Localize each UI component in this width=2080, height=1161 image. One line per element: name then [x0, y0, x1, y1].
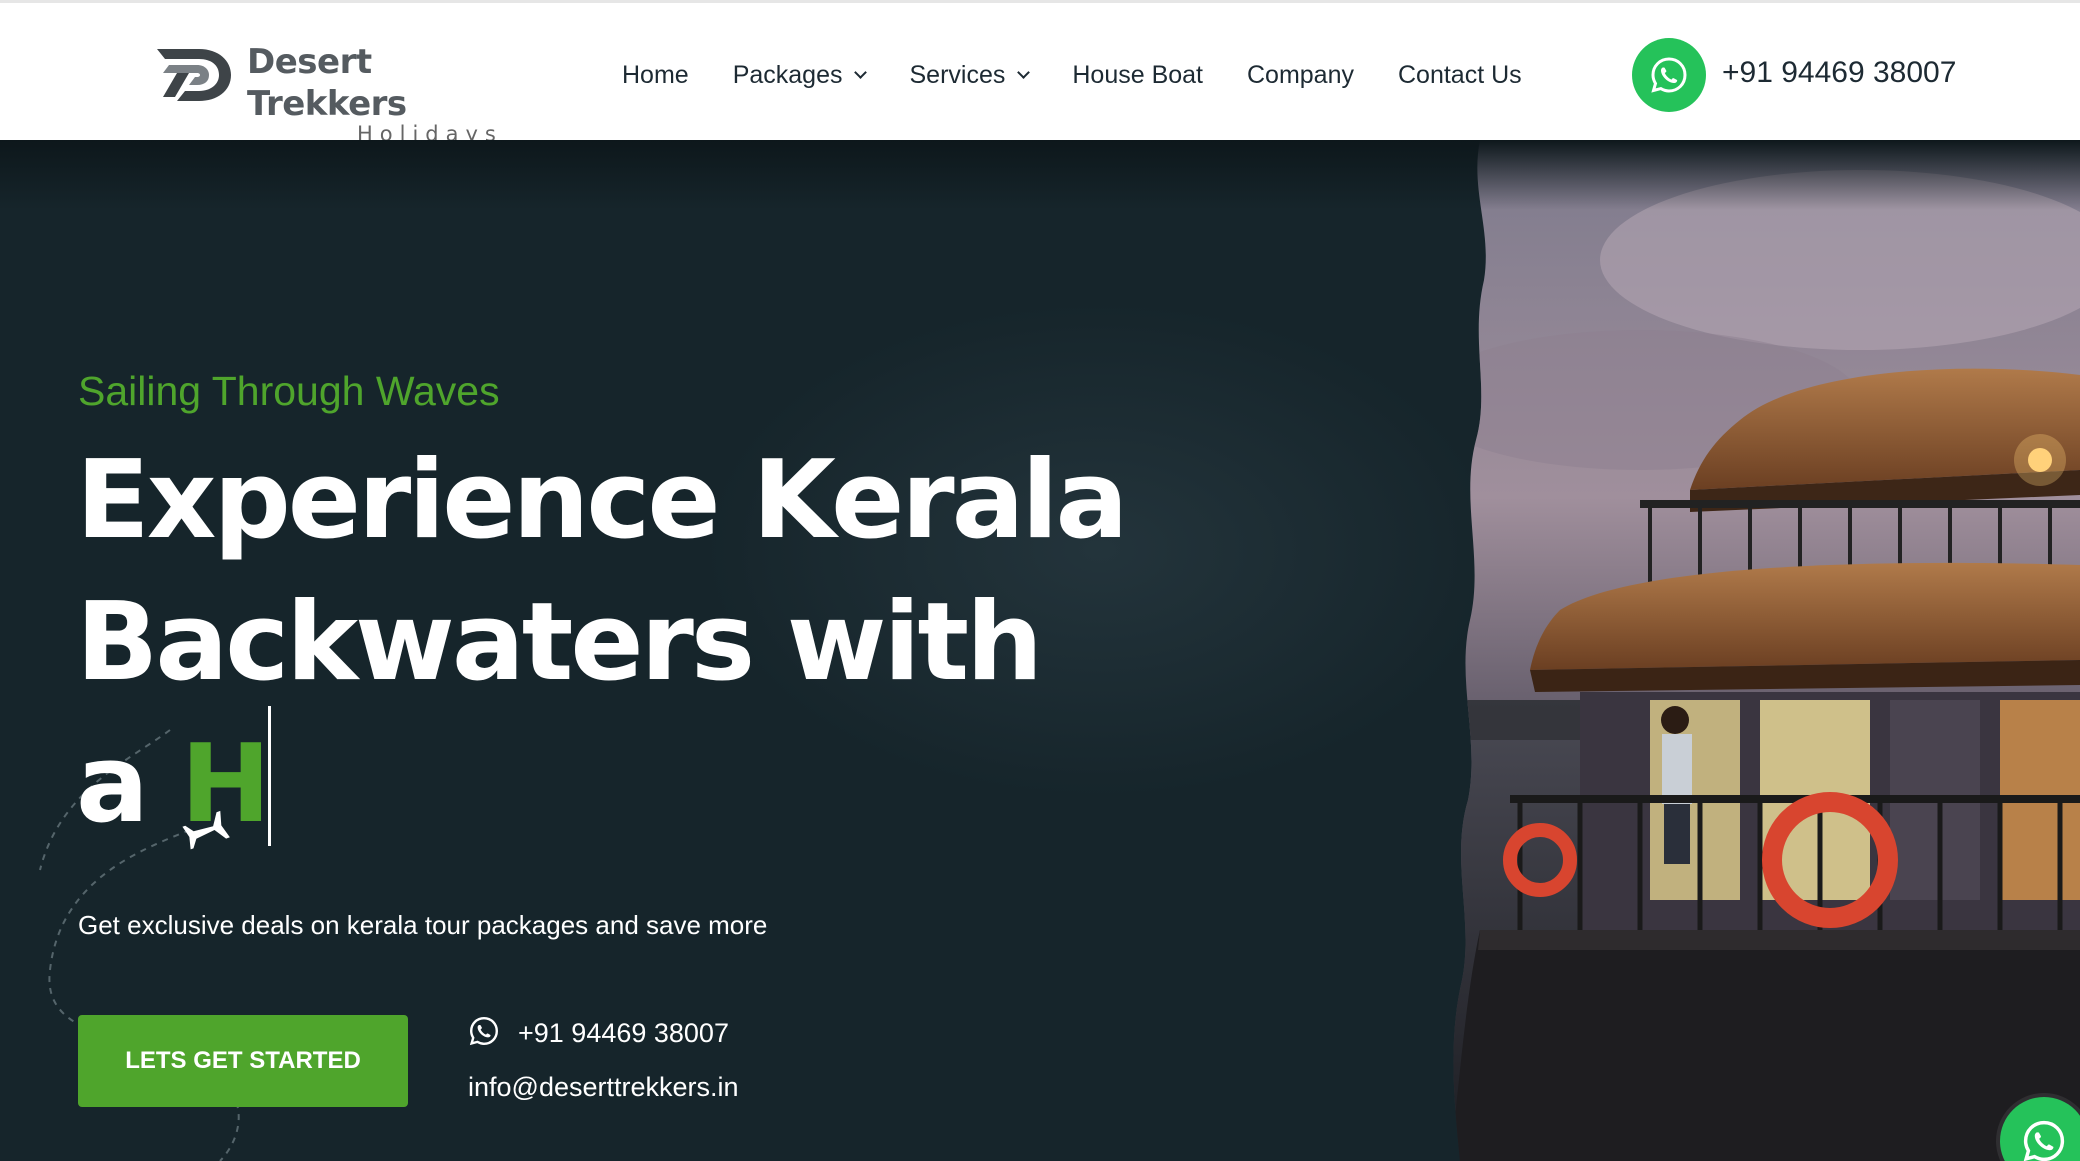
houseboat-photo: [1453, 140, 2080, 1161]
brand-name: Desert Trekkers: [247, 42, 407, 124]
nav-packages[interactable]: Packages: [732, 60, 868, 90]
main-nav: Home Packages Services House Boat Compan…: [622, 55, 1566, 95]
nav-services[interactable]: Services: [909, 60, 1031, 90]
hero-subtext: Get exclusive deals on kerala tour packa…: [78, 910, 768, 940]
hero-contact-email[interactable]: info@deserttrekkers.in: [468, 1072, 739, 1103]
whatsapp-icon: [469, 1016, 499, 1045]
hero-contact-phone[interactable]: +91 94469 38007: [468, 1016, 729, 1049]
nav-contact-us-label: Contact Us: [1398, 60, 1522, 89]
headline-line-2: Backwaters with: [76, 580, 1043, 705]
whatsapp-icon: [1651, 57, 1687, 93]
typing-cursor: [267, 706, 271, 847]
nav-company-label: Company: [1247, 60, 1354, 89]
chevron-down-icon: [854, 65, 868, 79]
logo-mark-icon: [157, 49, 231, 101]
nav-house-boat[interactable]: House Boat: [1072, 61, 1203, 90]
header-whatsapp-button[interactable]: [1632, 38, 1706, 112]
hero-phone-text: +91 94469 38007: [518, 1018, 729, 1048]
headline-line-1: Experience Kerala: [76, 438, 1128, 563]
header-phone[interactable]: +91 94469 38007: [1722, 56, 1956, 90]
headline-typed-text: H: [180, 722, 271, 847]
chevron-down-icon: [1017, 65, 1031, 79]
nav-house-boat-label: House Boat: [1072, 60, 1203, 89]
nav-home-label: Home: [622, 60, 689, 89]
hero-top-shadow: [0, 140, 2080, 210]
headline-prefix: a: [76, 722, 149, 847]
brand-logo[interactable]: Desert Trekkers Holidays: [155, 41, 515, 145]
nav-home[interactable]: Home: [622, 61, 689, 90]
site-header: Desert Trekkers Holidays Home Packages S…: [0, 3, 2080, 145]
hero-tagline: Sailing Through Waves: [78, 368, 500, 414]
lets-get-started-button[interactable]: LETS GET STARTED: [78, 1015, 408, 1107]
hero-section: Sailing Through Waves Experience Kerala …: [0, 140, 2080, 1161]
hero-headline: Experience Kerala Backwaters with a H: [76, 430, 1128, 856]
nav-packages-label: Packages: [732, 60, 843, 89]
nav-company[interactable]: Company: [1247, 61, 1354, 90]
nav-services-label: Services: [909, 60, 1006, 89]
headline-line-3: a H: [76, 706, 1125, 856]
nav-contact-us[interactable]: Contact Us: [1398, 61, 1522, 90]
whatsapp-icon: [2023, 1120, 2065, 1161]
